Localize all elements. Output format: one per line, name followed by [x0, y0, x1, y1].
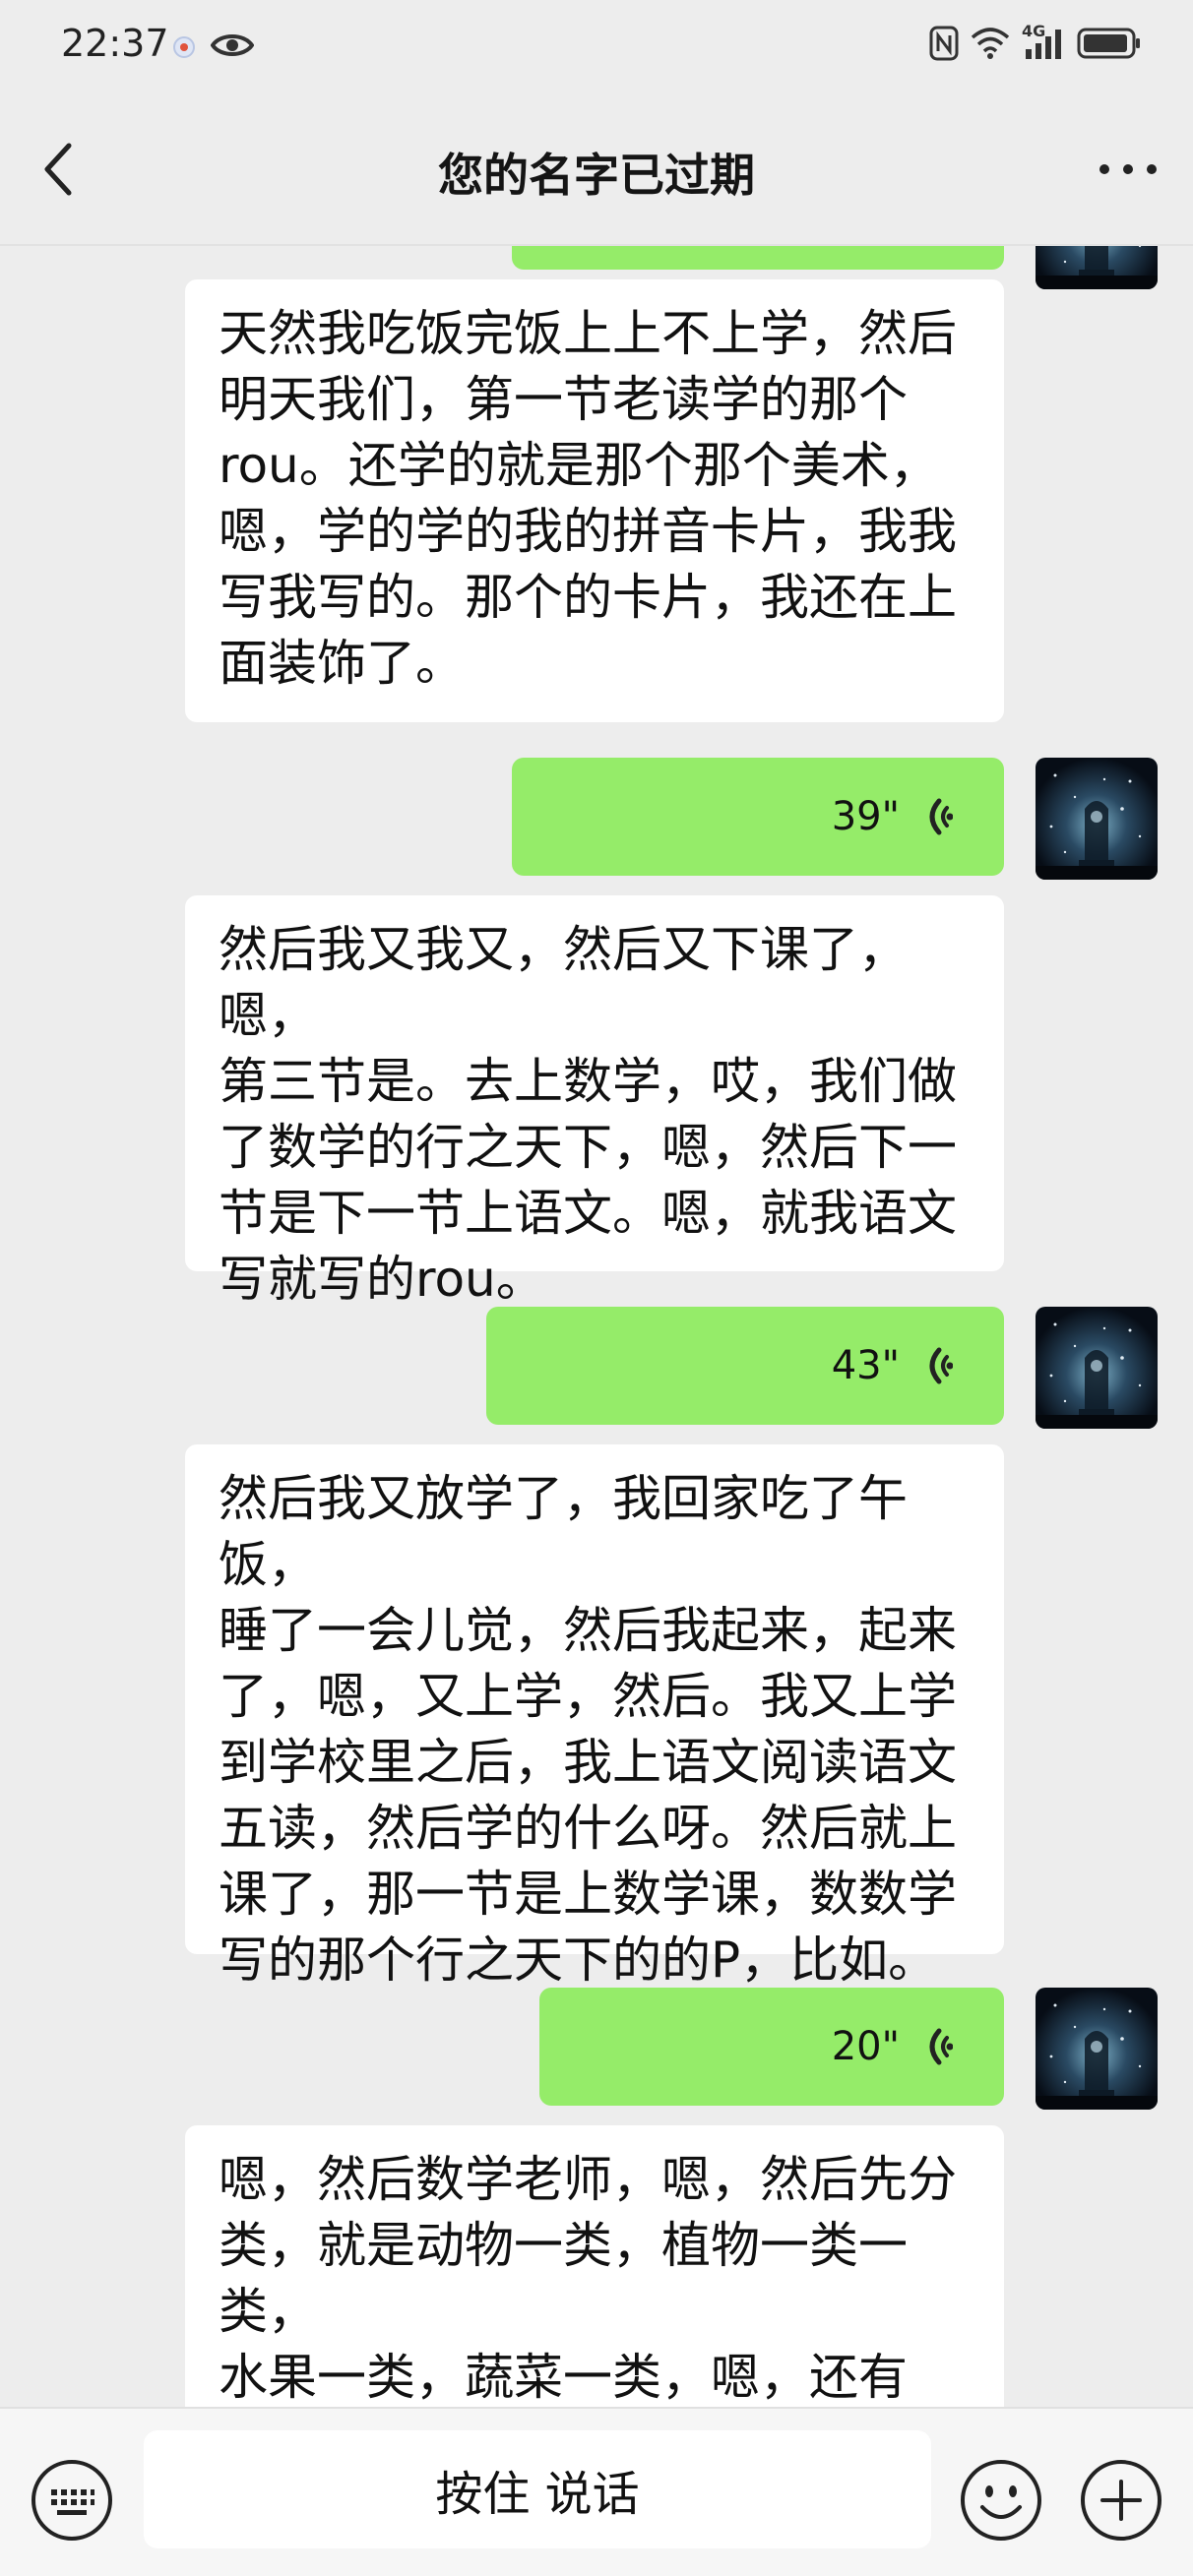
voice-wave-icon [929, 1347, 953, 1384]
avatar[interactable] [1036, 758, 1158, 880]
plus-icon[interactable] [1079, 2458, 1163, 2543]
voice-message-bubble[interactable] [512, 246, 1004, 270]
cellular-signal: 4G [1022, 22, 1065, 61]
nfc-icon [929, 26, 959, 61]
avatar[interactable] [1036, 246, 1158, 289]
chat-area[interactable]: 天然我吃饭完饭上上不上学，然后 明天我们，第一节老读学的那个 rou。还学的就是… [0, 246, 1193, 2411]
input-bar: 按住 说话 [0, 2407, 1193, 2576]
voice-wave-icon [929, 798, 953, 835]
voice-duration: 20" [831, 2024, 900, 2069]
emoji-icon[interactable] [959, 2458, 1043, 2543]
page-title: 您的名字已过期 [438, 149, 755, 202]
voice-duration: 39" [831, 794, 900, 839]
more-options-icon[interactable] [1093, 146, 1163, 193]
voice-duration: 43" [831, 1343, 900, 1388]
signal-icon [1026, 30, 1061, 59]
avatar[interactable] [1036, 1988, 1158, 2110]
status-bar: 22:37 4G [0, 0, 1193, 94]
battery-icon [1077, 28, 1140, 59]
status-time: 22:37 [61, 22, 169, 65]
wifi-icon [971, 28, 1010, 59]
eye-icon [211, 34, 254, 56]
chat-header: 您的名字已过期 [0, 94, 1193, 244]
screen-record-icon [173, 36, 195, 58]
voice-message-bubble[interactable]: 20" [539, 1988, 1004, 2106]
transcript-bubble[interactable]: 然后我又我又，然后又下课了，嗯， 第三节是。去上数学，哎，我们做 了数学的行之天… [185, 895, 1004, 1308]
hold-to-talk-button[interactable]: 按住 说话 [144, 2430, 931, 2548]
voice-message-bubble[interactable]: 39" [512, 758, 1004, 876]
transcript-bubble[interactable]: 嗯，然后数学老师，嗯，然后先分 类，就是动物一类，植物一类一类， 水果一类，蔬菜… [185, 2125, 1004, 2411]
keyboard-icon[interactable] [30, 2458, 114, 2543]
transcript-bubble[interactable]: 天然我吃饭完饭上上不上学，然后 明天我们，第一节老读学的那个 rou。还学的就是… [185, 279, 1004, 722]
voice-message-bubble[interactable]: 43" [486, 1307, 1004, 1425]
avatar[interactable] [1036, 1307, 1158, 1429]
voice-wave-icon [929, 2028, 953, 2065]
transcript-bubble[interactable]: 然后我又放学了，我回家吃了午饭， 睡了一会儿觉，然后我起来，起来 了，嗯，又上学… [185, 1444, 1004, 1989]
